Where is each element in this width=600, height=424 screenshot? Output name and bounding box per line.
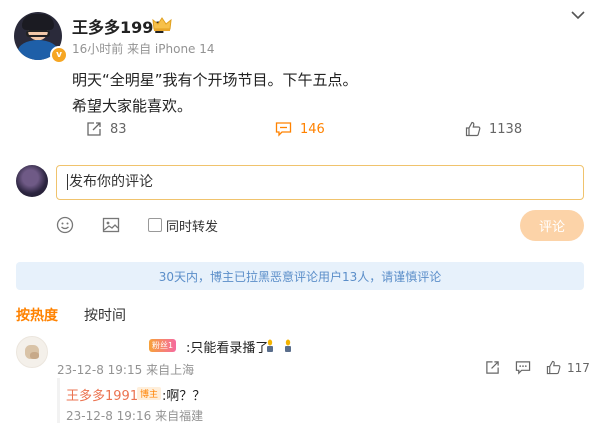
chevron-down-icon[interactable] xyxy=(571,10,585,20)
current-user-avatar xyxy=(16,165,48,197)
emoji-icon[interactable] xyxy=(56,216,74,234)
post-line-1: 明天“全明星”我有个开场节目。下午五点。 xyxy=(72,71,358,89)
tab-sort-by-time[interactable]: 按时间 xyxy=(84,305,126,325)
reply-source: 来自福建 xyxy=(155,409,204,423)
repost-label[interactable]: 同时转发 xyxy=(166,216,218,235)
text-caret xyxy=(67,174,68,190)
comment-input[interactable]: 发布你的评论 xyxy=(56,165,584,200)
comment-like-button[interactable]: 117 xyxy=(546,360,590,375)
comment-count: 146 xyxy=(300,121,325,137)
comment-like-count: 117 xyxy=(567,360,590,375)
reply-divider xyxy=(57,378,60,423)
comment-source: 来自上海 xyxy=(146,363,195,377)
commenter-avatar[interactable] xyxy=(16,336,48,368)
tab-sort-by-hot[interactable]: 按热度 xyxy=(16,305,58,325)
comment-time: 23-12-8 19:15 xyxy=(57,363,143,377)
post-meta: 16小时前 来自 iPhone 14 xyxy=(72,40,215,57)
post-time: 16小时前 xyxy=(72,42,124,56)
comment-placeholder: 发布你的评论 xyxy=(69,174,153,190)
repost-checkbox[interactable] xyxy=(148,218,162,232)
post-line-2: 希望大家能喜欢。 xyxy=(72,97,193,115)
like-icon xyxy=(546,360,561,375)
avatar-glasses xyxy=(26,30,50,37)
comment-notice-banner: 30天内，博主已拉黑恶意评论用户13人，请谨慎评论 xyxy=(16,262,584,290)
reply-meta: 23-12-8 19:16 来自福建 xyxy=(66,407,203,424)
comment-share-icon[interactable] xyxy=(485,360,500,375)
verified-badge-icon: v xyxy=(50,46,68,64)
fan-badge: 粉丝1 xyxy=(149,339,177,352)
comment-icon xyxy=(275,122,292,137)
reply-text: :啊？？ xyxy=(162,389,206,404)
crown-icon xyxy=(152,17,172,31)
share-button[interactable]: 83 xyxy=(86,119,127,139)
like-icon xyxy=(465,121,481,137)
share-icon xyxy=(87,122,101,136)
share-count: 83 xyxy=(110,121,127,137)
comment-reply-icon[interactable] xyxy=(515,360,531,375)
avatar-dog-body xyxy=(30,352,39,359)
image-icon[interactable] xyxy=(102,216,120,234)
candle-emoji-icon xyxy=(267,339,273,352)
post-body: 明天“全明星”我有个开场节目。下午五点。 希望大家能喜欢。 xyxy=(72,67,358,119)
like-button[interactable]: 1138 xyxy=(465,119,522,139)
author-name[interactable]: 王多多1991 xyxy=(72,14,165,38)
submit-comment-button[interactable]: 评论 xyxy=(520,210,584,241)
candle-emoji-icon xyxy=(285,339,291,352)
reply-author-name[interactable]: 王多多1991 xyxy=(66,385,138,404)
owner-badge: 博主 xyxy=(137,387,162,400)
post-source: 来自 iPhone 14 xyxy=(127,42,215,56)
reply-time: 23-12-8 19:16 xyxy=(66,409,152,423)
avatar-hair xyxy=(22,14,54,30)
like-count: 1138 xyxy=(489,121,523,137)
comment-button[interactable]: 146 xyxy=(275,119,325,139)
comment-meta: 23-12-8 19:15 来自上海 xyxy=(57,361,194,378)
comment-text: :只能看录播了 xyxy=(186,341,269,356)
